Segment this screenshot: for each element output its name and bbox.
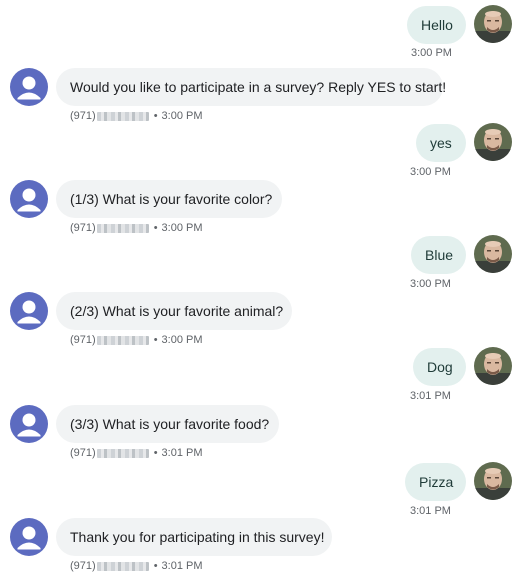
message-timestamp: 3:00 PM	[411, 47, 452, 59]
outgoing-message-bubble[interactable]: yes	[416, 124, 466, 162]
sender-number-prefix: (971)	[70, 334, 96, 346]
incoming-message-bubble[interactable]: Thank you for participating in this surv…	[56, 518, 332, 556]
contact-avatar[interactable]	[10, 68, 48, 106]
message-sender-info: (971) • 3:01 PM	[70, 447, 203, 459]
user-avatar[interactable]	[474, 5, 512, 43]
message-sender-info: (971) • 3:00 PM	[70, 222, 203, 234]
redacted-number	[96, 111, 149, 121]
sender-number-prefix: (971)	[70, 110, 96, 122]
incoming-message-bubble[interactable]: (3/3) What is your favorite food?	[56, 405, 279, 443]
contact-avatar[interactable]	[10, 292, 48, 330]
message-timestamp: 3:01 PM	[161, 447, 203, 459]
message-sender-info: (971) • 3:00 PM	[70, 334, 203, 346]
redacted-number	[96, 561, 149, 571]
contact-avatar[interactable]	[10, 518, 48, 556]
message-timestamp: 3:00 PM	[410, 278, 451, 290]
message-timestamp: 3:01 PM	[161, 560, 203, 572]
redacted-number	[96, 223, 149, 233]
message-timestamp: 3:00 PM	[410, 166, 451, 178]
message-timestamp: 3:01 PM	[410, 505, 451, 517]
sender-number-prefix: (971)	[70, 447, 96, 459]
person-icon	[17, 300, 41, 324]
user-avatar[interactable]	[474, 347, 512, 385]
message-timestamp: 3:01 PM	[410, 390, 451, 402]
message-timestamp: 3:00 PM	[161, 334, 203, 346]
person-icon	[17, 413, 41, 437]
user-avatar[interactable]	[474, 462, 512, 500]
message-timestamp: 3:00 PM	[161, 110, 203, 122]
user-avatar[interactable]	[474, 235, 512, 273]
outgoing-message-bubble[interactable]: Pizza	[405, 463, 466, 501]
message-sender-info: (971) • 3:01 PM	[70, 560, 203, 572]
outgoing-message-bubble[interactable]: Hello	[407, 6, 466, 44]
contact-avatar[interactable]	[10, 405, 48, 443]
incoming-message-bubble[interactable]: (1/3) What is your favorite color?	[56, 180, 282, 218]
person-icon	[17, 188, 41, 212]
outgoing-message-bubble[interactable]: Blue	[411, 236, 466, 274]
redacted-number	[96, 335, 149, 345]
incoming-message-bubble[interactable]: Would you like to participate in a surve…	[56, 68, 446, 106]
person-icon	[17, 526, 41, 550]
sender-number-prefix: (971)	[70, 560, 96, 572]
message-sender-info: (971) • 3:00 PM	[70, 110, 203, 122]
outgoing-message-bubble[interactable]: Dog	[413, 348, 466, 386]
contact-avatar[interactable]	[10, 180, 48, 218]
redacted-number	[96, 448, 149, 458]
user-avatar[interactable]	[474, 123, 512, 161]
sender-number-prefix: (971)	[70, 222, 96, 234]
message-timestamp: 3:00 PM	[161, 222, 203, 234]
person-icon	[17, 76, 41, 100]
incoming-message-bubble[interactable]: (2/3) What is your favorite animal?	[56, 292, 292, 330]
